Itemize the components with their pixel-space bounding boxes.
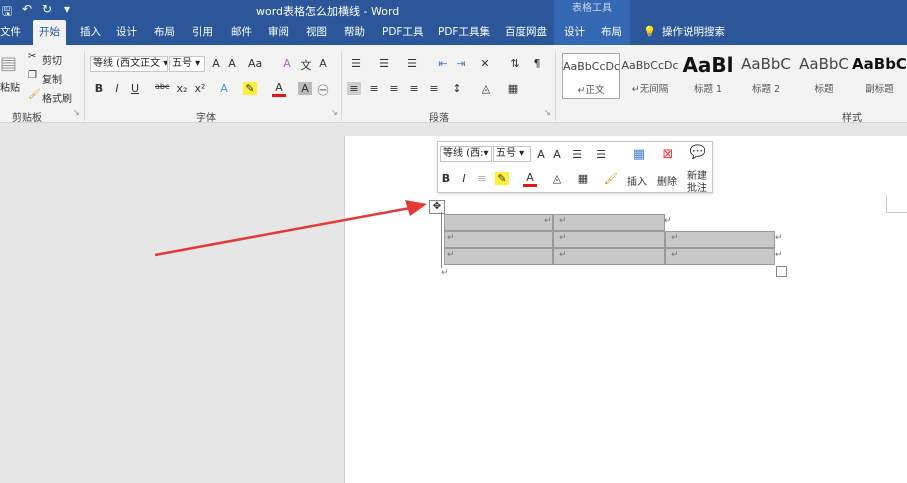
annotation-arrow-icon bbox=[154, 200, 427, 257]
